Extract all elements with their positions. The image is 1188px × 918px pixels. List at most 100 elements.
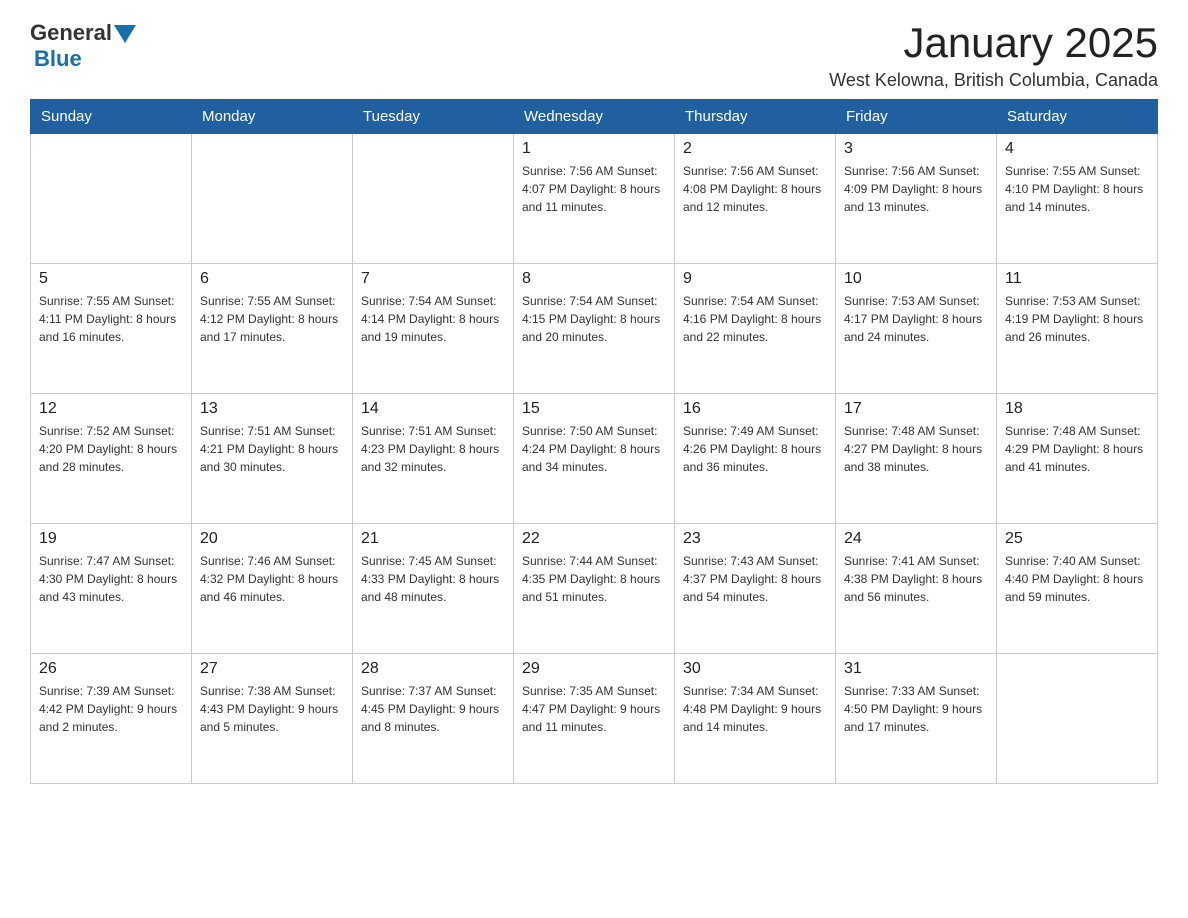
page-header: General Blue January 2025 West Kelowna, … (30, 20, 1158, 91)
day-number: 23 (683, 530, 827, 548)
logo-triangle-icon (114, 25, 136, 43)
day-info: Sunrise: 7:38 AM Sunset: 4:43 PM Dayligh… (200, 682, 344, 736)
table-row (997, 654, 1158, 784)
header-friday: Friday (836, 100, 997, 134)
table-row: 20 Sunrise: 7:46 AM Sunset: 4:32 PM Dayli… (192, 524, 353, 654)
table-row: 14 Sunrise: 7:51 AM Sunset: 4:23 PM Dayli… (353, 394, 514, 524)
day-number: 17 (844, 400, 988, 418)
day-info: Sunrise: 7:53 AM Sunset: 4:17 PM Dayligh… (844, 292, 988, 346)
table-row: 4 Sunrise: 7:55 AM Sunset: 4:10 PM Daylig… (997, 134, 1158, 264)
day-info: Sunrise: 7:43 AM Sunset: 4:37 PM Dayligh… (683, 552, 827, 606)
day-number: 1 (522, 140, 666, 158)
calendar-header-row: SundayMondayTuesdayWednesdayThursdayFrid… (31, 100, 1158, 134)
table-row: 1Sunrise: 7:56 AM Sunset: 4:07 PM Daylig… (514, 134, 675, 264)
day-number: 24 (844, 530, 988, 548)
table-row: 3Sunrise: 7:56 AM Sunset: 4:09 PM Daylig… (836, 134, 997, 264)
table-row: 25 Sunrise: 7:40 AM Sunset: 4:40 PM Dayli… (997, 524, 1158, 654)
day-number: 16 (683, 400, 827, 418)
day-number: 14 (361, 400, 505, 418)
day-info: Sunrise: 7:48 AM Sunset: 4:29 PM Dayligh… (1005, 422, 1149, 476)
day-info: Sunrise: 7:45 AM Sunset: 4:33 PM Dayligh… (361, 552, 505, 606)
day-number: 19 (39, 530, 183, 548)
day-number: 27 (200, 660, 344, 678)
week-row-1: 1Sunrise: 7:56 AM Sunset: 4:07 PM Daylig… (31, 134, 1158, 264)
day-info: Sunrise: 7:51 AM Sunset: 4:23 PM Dayligh… (361, 422, 505, 476)
day-info: Sunrise: 7:47 AM Sunset: 4:30 PM Dayligh… (39, 552, 183, 606)
day-number: 29 (522, 660, 666, 678)
day-info: Sunrise: 7:46 AM Sunset: 4:32 PM Dayligh… (200, 552, 344, 606)
header-tuesday: Tuesday (353, 100, 514, 134)
day-number: 5 (39, 270, 183, 288)
day-info: Sunrise: 7:55 AM Sunset: 4:10 PM Dayligh… (1005, 162, 1149, 216)
location-subtitle: West Kelowna, British Columbia, Canada (829, 70, 1158, 91)
table-row: 23 Sunrise: 7:43 AM Sunset: 4:37 PM Dayli… (675, 524, 836, 654)
table-row (353, 134, 514, 264)
logo-general-text: General (30, 20, 112, 46)
table-row: 11 Sunrise: 7:53 AM Sunset: 4:19 PM Dayli… (997, 264, 1158, 394)
logo-blue-text: Blue (34, 46, 82, 72)
day-number: 7 (361, 270, 505, 288)
day-info: Sunrise: 7:48 AM Sunset: 4:27 PM Dayligh… (844, 422, 988, 476)
day-number: 30 (683, 660, 827, 678)
day-number: 9 (683, 270, 827, 288)
table-row: 17 Sunrise: 7:48 AM Sunset: 4:27 PM Dayli… (836, 394, 997, 524)
day-number: 20 (200, 530, 344, 548)
header-sunday: Sunday (31, 100, 192, 134)
week-row-5: 26 Sunrise: 7:39 AM Sunset: 4:42 PM Dayli… (31, 654, 1158, 784)
table-row (31, 134, 192, 264)
day-number: 8 (522, 270, 666, 288)
day-number: 25 (1005, 530, 1149, 548)
day-number: 22 (522, 530, 666, 548)
table-row: 18 Sunrise: 7:48 AM Sunset: 4:29 PM Dayli… (997, 394, 1158, 524)
table-row: 15Sunrise: 7:50 AM Sunset: 4:24 PM Dayli… (514, 394, 675, 524)
day-info: Sunrise: 7:53 AM Sunset: 4:19 PM Dayligh… (1005, 292, 1149, 346)
day-info: Sunrise: 7:37 AM Sunset: 4:45 PM Dayligh… (361, 682, 505, 736)
table-row: 22Sunrise: 7:44 AM Sunset: 4:35 PM Dayli… (514, 524, 675, 654)
title-block: January 2025 West Kelowna, British Colum… (829, 20, 1158, 91)
day-number: 21 (361, 530, 505, 548)
table-row: 28Sunrise: 7:37 AM Sunset: 4:45 PM Dayli… (353, 654, 514, 784)
day-number: 6 (200, 270, 344, 288)
table-row: 16Sunrise: 7:49 AM Sunset: 4:26 PM Dayli… (675, 394, 836, 524)
table-row: 13Sunrise: 7:51 AM Sunset: 4:21 PM Dayli… (192, 394, 353, 524)
table-row: 9 Sunrise: 7:54 AM Sunset: 4:16 PM Daylig… (675, 264, 836, 394)
day-info: Sunrise: 7:55 AM Sunset: 4:11 PM Dayligh… (39, 292, 183, 346)
day-number: 18 (1005, 400, 1149, 418)
day-info: Sunrise: 7:54 AM Sunset: 4:15 PM Dayligh… (522, 292, 666, 346)
day-info: Sunrise: 7:40 AM Sunset: 4:40 PM Dayligh… (1005, 552, 1149, 606)
table-row: 12 Sunrise: 7:52 AM Sunset: 4:20 PM Dayli… (31, 394, 192, 524)
table-row: 31 Sunrise: 7:33 AM Sunset: 4:50 PM Dayli… (836, 654, 997, 784)
day-number: 4 (1005, 140, 1149, 158)
day-number: 15 (522, 400, 666, 418)
day-number: 2 (683, 140, 827, 158)
table-row: 26 Sunrise: 7:39 AM Sunset: 4:42 PM Dayli… (31, 654, 192, 784)
table-row: 21 Sunrise: 7:45 AM Sunset: 4:33 PM Dayli… (353, 524, 514, 654)
table-row: 27 Sunrise: 7:38 AM Sunset: 4:43 PM Dayli… (192, 654, 353, 784)
day-info: Sunrise: 7:52 AM Sunset: 4:20 PM Dayligh… (39, 422, 183, 476)
day-info: Sunrise: 7:39 AM Sunset: 4:42 PM Dayligh… (39, 682, 183, 736)
day-number: 12 (39, 400, 183, 418)
day-info: Sunrise: 7:56 AM Sunset: 4:08 PM Dayligh… (683, 162, 827, 216)
table-row: 8 Sunrise: 7:54 AM Sunset: 4:15 PM Daylig… (514, 264, 675, 394)
day-info: Sunrise: 7:35 AM Sunset: 4:47 PM Dayligh… (522, 682, 666, 736)
day-info: Sunrise: 7:54 AM Sunset: 4:16 PM Dayligh… (683, 292, 827, 346)
day-info: Sunrise: 7:54 AM Sunset: 4:14 PM Dayligh… (361, 292, 505, 346)
week-row-4: 19 Sunrise: 7:47 AM Sunset: 4:30 PM Dayli… (31, 524, 1158, 654)
table-row: 2 Sunrise: 7:56 AM Sunset: 4:08 PM Daylig… (675, 134, 836, 264)
header-monday: Monday (192, 100, 353, 134)
table-row: 29 Sunrise: 7:35 AM Sunset: 4:47 PM Dayli… (514, 654, 675, 784)
table-row: 7 Sunrise: 7:54 AM Sunset: 4:14 PM Daylig… (353, 264, 514, 394)
week-row-2: 5 Sunrise: 7:55 AM Sunset: 4:11 PM Daylig… (31, 264, 1158, 394)
header-saturday: Saturday (997, 100, 1158, 134)
day-number: 26 (39, 660, 183, 678)
logo: General Blue (30, 20, 136, 72)
day-number: 31 (844, 660, 988, 678)
day-number: 10 (844, 270, 988, 288)
table-row: 24Sunrise: 7:41 AM Sunset: 4:38 PM Dayli… (836, 524, 997, 654)
header-wednesday: Wednesday (514, 100, 675, 134)
day-info: Sunrise: 7:55 AM Sunset: 4:12 PM Dayligh… (200, 292, 344, 346)
header-thursday: Thursday (675, 100, 836, 134)
table-row: 10 Sunrise: 7:53 AM Sunset: 4:17 PM Dayli… (836, 264, 997, 394)
day-info: Sunrise: 7:33 AM Sunset: 4:50 PM Dayligh… (844, 682, 988, 736)
day-number: 11 (1005, 270, 1149, 288)
